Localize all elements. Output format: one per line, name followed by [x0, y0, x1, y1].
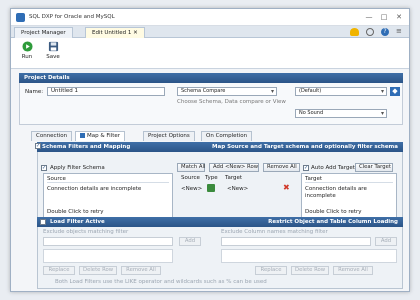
- tab-on-completion[interactable]: On Completion: [201, 131, 253, 141]
- delete-row-icon[interactable]: ✖: [283, 184, 290, 192]
- replace-object-button[interactable]: Replace: [43, 266, 75, 275]
- mapping-row-target: <New>: [227, 186, 249, 192]
- match-all-button[interactable]: Match All: [177, 163, 205, 172]
- tab-project-options[interactable]: Project Options: [143, 131, 195, 141]
- exclude-columns-input[interactable]: [221, 237, 371, 246]
- exclude-objects-label: Exclude objects matching filter: [43, 229, 129, 235]
- target-retry-text[interactable]: Double Click to retry: [305, 209, 362, 215]
- load-filter-title: Load Filter Active: [50, 219, 105, 225]
- target-list-header: Target: [305, 176, 393, 183]
- menu-icon[interactable]: ≡: [396, 27, 404, 36]
- tab-edit-untitled[interactable]: Edit Untitled 1 ✕: [85, 27, 145, 38]
- mapping-row[interactable]: <New> <New> ✖: [177, 183, 293, 195]
- project-name-input[interactable]: Untitled 1: [47, 87, 165, 96]
- remove-all-objects-button[interactable]: Remove All: [121, 266, 161, 275]
- sound-select[interactable]: No Sound: [295, 109, 387, 118]
- auto-add-target-checkbox[interactable]: ✓: [303, 165, 309, 171]
- apply-filter-checkbox[interactable]: ✓: [41, 165, 47, 171]
- replace-column-button[interactable]: Replace: [255, 266, 287, 275]
- exclude-objects-input[interactable]: [43, 237, 173, 246]
- tab-project-manager[interactable]: Project Manager: [14, 27, 73, 38]
- mapping-row-source: <New>: [181, 186, 203, 192]
- tab-map-filter-label: Map & Filter: [87, 133, 121, 139]
- exclude-columns-label: Exclude Column names matching filter: [221, 229, 328, 235]
- compare-mode-hint: Choose Schema, Data compare or View: [177, 99, 286, 105]
- mapping-col-source: Source: [181, 175, 200, 181]
- notification-bell-icon[interactable]: [350, 28, 359, 36]
- mapping-col-type: Type: [205, 175, 218, 181]
- save-disk-icon: [48, 41, 58, 52]
- save-button[interactable]: Save: [41, 41, 65, 67]
- remove-all-columns-button[interactable]: Remove All: [333, 266, 373, 275]
- source-schema-list[interactable]: Source Connection details are incomplete…: [43, 173, 173, 218]
- minimize-button[interactable]: —: [363, 12, 375, 23]
- app-window: SQL DXP for Oracle and MySQL — □ ✕ Proje…: [10, 8, 410, 292]
- window-title: SQL DXP for Oracle and MySQL: [29, 14, 115, 20]
- add-new-row-button[interactable]: Add <New> Row: [209, 163, 259, 172]
- mapping-col-target: Target: [225, 175, 243, 181]
- column-filter-list[interactable]: [221, 249, 397, 263]
- object-filter-list[interactable]: [43, 249, 173, 263]
- source-retry-text[interactable]: Double Click to retry: [47, 209, 104, 215]
- name-label: Name:: [25, 89, 44, 95]
- remove-all-button[interactable]: Remove All: [263, 163, 300, 172]
- target-status-text: Connection details are incomplete: [305, 186, 367, 199]
- maximize-button[interactable]: □: [378, 12, 390, 23]
- schema-mapping-subtitle: Map Source and Target schema and optiona…: [212, 144, 398, 150]
- schema-mapping-header: Schema Filters and Mapping Map Source an…: [37, 142, 403, 152]
- mapping-grid: Source Type Target <New> <New> ✖: [177, 173, 297, 218]
- delete-column-row-button[interactable]: Delete Row: [291, 266, 329, 275]
- compare-mode-select[interactable]: Schema Compare: [177, 87, 277, 96]
- title-bar: SQL DXP for Oracle and MySQL — □ ✕: [11, 9, 409, 26]
- tab-label: Edit Untitled 1 ✕: [92, 30, 138, 36]
- profile-select[interactable]: (Default): [295, 87, 387, 96]
- run-label: Run: [21, 54, 33, 60]
- run-button[interactable]: Run: [15, 41, 39, 67]
- tab-label: Project Manager: [21, 30, 66, 36]
- property-tab-strip: Connection Map & Filter Project Options …: [31, 131, 401, 141]
- schema-mapping-title: Schema Filters and Mapping: [42, 144, 131, 150]
- schema-mapping-toggle-checkbox[interactable]: ✓: [35, 143, 41, 149]
- add-column-filter-button[interactable]: Add: [375, 237, 397, 246]
- close-button[interactable]: ✕: [393, 12, 405, 23]
- target-schema-list[interactable]: Target Connection details are incomplete…: [301, 173, 397, 218]
- schema-type-icon: [207, 184, 215, 192]
- project-details-header: Project Details: [19, 73, 403, 83]
- add-object-filter-button[interactable]: Add: [179, 237, 201, 246]
- map-filter-icon: [80, 132, 85, 138]
- clear-target-button[interactable]: Clear Target: [355, 163, 393, 172]
- source-list-header: Source: [47, 176, 169, 183]
- save-label: Save: [46, 54, 60, 60]
- load-filter-note: Both Load Filters use the LIKE operator …: [55, 279, 267, 285]
- document-tab-strip: Project Manager Edit Untitled 1 ✕ ? ≡: [11, 26, 409, 38]
- help-icon[interactable]: ?: [381, 28, 389, 36]
- add-profile-icon[interactable]: ◆: [390, 87, 400, 96]
- ribbon-toolbar: Run Save: [11, 38, 409, 69]
- load-filter-header: Load Filter Active Restrict Object and T…: [37, 217, 403, 227]
- source-status-text: Connection details are incomplete: [47, 186, 142, 192]
- run-icon: [21, 41, 33, 52]
- gear-icon[interactable]: [366, 28, 374, 36]
- load-filter-active-checkbox[interactable]: [40, 219, 46, 225]
- tab-map-filter[interactable]: Map & Filter: [75, 131, 126, 141]
- delete-object-row-button[interactable]: Delete Row: [79, 266, 117, 275]
- load-filter-subtitle: Restrict Object and Table Column Loading: [268, 219, 398, 225]
- auto-add-target-label: Auto Add Target: [311, 165, 355, 171]
- app-logo-icon: [16, 13, 25, 22]
- tab-connection[interactable]: Connection: [31, 131, 73, 141]
- apply-filter-label: Apply Filter Schema: [50, 165, 105, 171]
